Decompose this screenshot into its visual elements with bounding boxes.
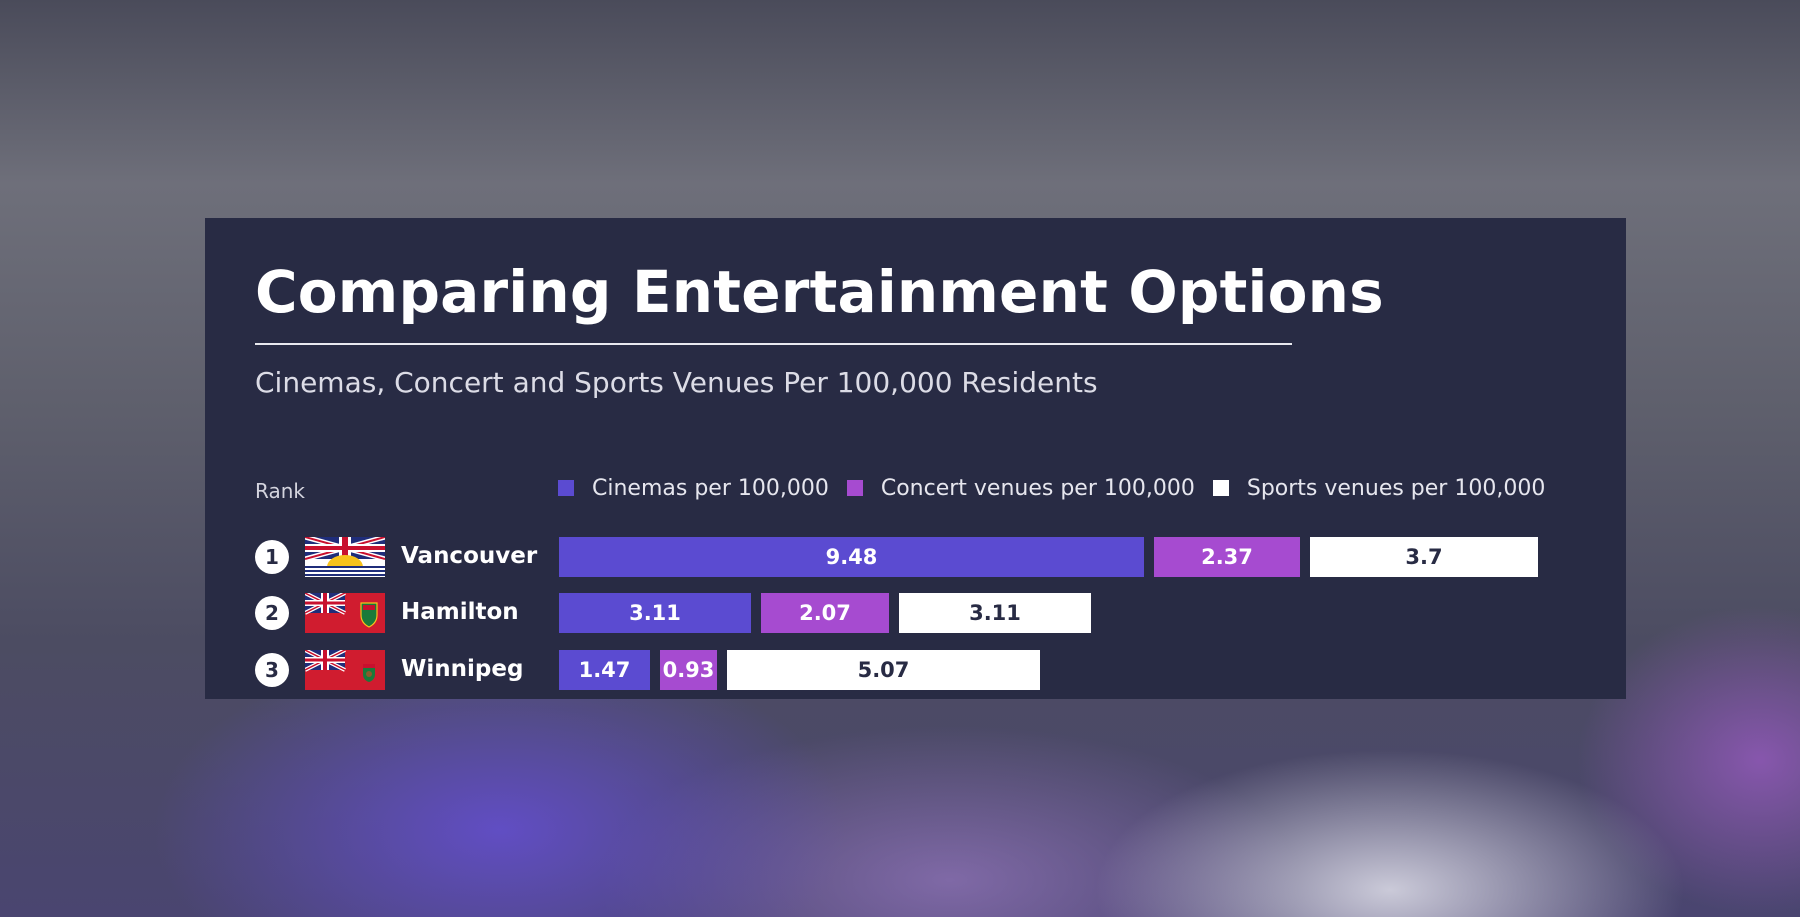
data-label: 9.48 [825, 545, 878, 569]
bar-sports: 3.11 [899, 593, 1091, 633]
chart-title: Comparing Entertainment Options [255, 258, 1384, 326]
legend-swatch-concert [846, 480, 863, 496]
data-label: 1.47 [578, 658, 631, 682]
category-label: Vancouver [401, 543, 538, 569]
rank-badge: 2 [255, 596, 289, 630]
bar-concert: 2.37 [1154, 537, 1300, 577]
legend-item-sports: Sports venues per 100,000 [1212, 475, 1546, 501]
title-underline [255, 343, 1292, 345]
chart-row-hamilton: 2 Hamilton 3.11 2.07 3.11 [205, 591, 1626, 633]
legend-swatch-cinemas [558, 480, 574, 496]
legend-label-sports: Sports venues per 100,000 [1246, 475, 1546, 501]
category-label: Winnipeg [401, 656, 524, 682]
data-label: 3.11 [969, 601, 1021, 625]
data-label: 5.07 [857, 658, 910, 682]
ontario-flag-icon [304, 591, 385, 637]
legend-swatch-sports [1212, 480, 1229, 496]
bar-concert: 0.93 [660, 650, 717, 690]
bar-cinemas: 9.48 [559, 537, 1144, 577]
rank-badge: 1 [255, 540, 289, 574]
bar-cinemas: 1.47 [559, 650, 650, 690]
data-label: 2.07 [799, 601, 851, 625]
bar-concert: 2.07 [761, 593, 889, 633]
rank-badge: 3 [255, 653, 289, 687]
legend-item-cinemas: Cinemas per 100,000 [558, 476, 829, 501]
data-label: 2.37 [1201, 545, 1253, 569]
data-label: 3.11 [629, 601, 681, 625]
legend-label-cinemas: Cinemas per 100,000 [592, 475, 829, 501]
rank-column-header: Rank [255, 479, 305, 503]
british-columbia-flag-icon [304, 534, 386, 581]
chart-subtitle: Cinemas, Concert and Sports Venues Per 1… [255, 366, 1098, 399]
legend-item-concert: Concert venues per 100,000 [846, 475, 1195, 501]
category-label: Hamilton [401, 599, 519, 625]
legend-label-concert: Concert venues per 100,000 [880, 475, 1195, 501]
chart-row-vancouver: 1 Vancouver 9.48 2.37 3.7 [205, 534, 1626, 577]
chart-panel: Comparing Entertainment Options Cinemas,… [205, 218, 1626, 699]
bar-cinemas: 3.11 [559, 593, 751, 633]
manitoba-flag-icon [304, 648, 385, 694]
legend: Cinemas per 100,000 Concert venues per 1… [558, 473, 1563, 503]
data-label: 3.7 [1405, 545, 1443, 569]
chart-row-winnipeg: 3 Winnipeg 1.47 0.93 5.07 [205, 648, 1626, 690]
bar-sports: 3.7 [1310, 537, 1538, 577]
data-label: 0.93 [662, 658, 715, 682]
bar-sports: 5.07 [727, 650, 1040, 690]
